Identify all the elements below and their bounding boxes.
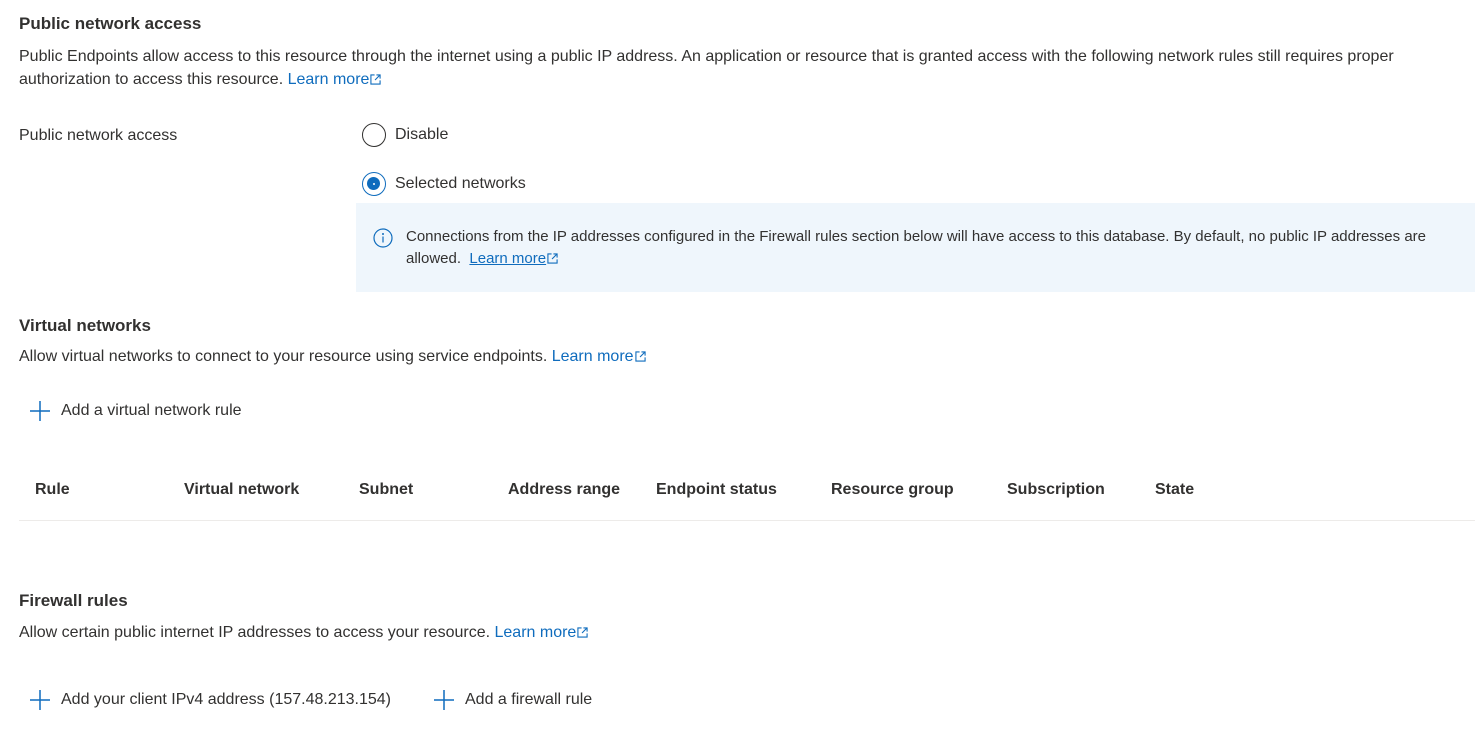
radio-disable[interactable]: Disable: [362, 123, 448, 147]
radio-label-selected-networks: Selected networks: [395, 175, 526, 192]
info-learn-more-link[interactable]: Learn more: [469, 250, 558, 267]
add-client-ip-button[interactable]: Add your client IPv4 address (157.48.213…: [29, 689, 391, 711]
radio-circle-disable[interactable]: [362, 123, 386, 147]
description-text: Public Endpoints allow access to this re…: [19, 48, 1394, 88]
virtual-networks-heading: Virtual networks: [19, 316, 151, 335]
column-header-address-range[interactable]: Address range: [508, 481, 620, 499]
column-header-subnet[interactable]: Subnet: [359, 481, 413, 499]
add-firewall-rule-button[interactable]: Add a firewall rule: [433, 689, 592, 711]
firewall-rules-description: Allow certain public internet IP address…: [19, 621, 588, 644]
public-network-access-heading: Public network access: [19, 14, 202, 33]
plus-icon: [434, 690, 454, 710]
learn-more-label: Learn more: [494, 624, 577, 641]
add-virtual-network-rule-button[interactable]: Add a virtual network rule: [29, 400, 242, 422]
add-client-ip-label: Add your client IPv4 address (157.48.213…: [61, 691, 391, 708]
info-banner: Connections from the IP addresses config…: [356, 203, 1475, 292]
add-virtual-network-rule-label: Add a virtual network rule: [61, 402, 242, 419]
learn-more-label: Learn more: [287, 71, 370, 88]
radio-label-disable: Disable: [395, 126, 449, 143]
external-link-icon: [634, 351, 646, 362]
description-text: Allow virtual networks to connect to you…: [19, 348, 548, 365]
public-network-access-label: Public network access: [19, 127, 178, 144]
public-network-access-description: Public Endpoints allow access to this re…: [19, 45, 1474, 91]
column-header-subscription[interactable]: Subscription: [1007, 481, 1105, 499]
virtual-network-table-header: Rule Virtual network Subnet Address rang…: [19, 470, 1475, 521]
plus-icon: [30, 401, 50, 421]
firewall-rules-heading: Firewall rules: [19, 591, 128, 610]
column-header-virtual-network[interactable]: Virtual network: [184, 481, 299, 499]
learn-more-link[interactable]: Learn more: [552, 348, 646, 365]
info-icon: [373, 228, 393, 248]
column-header-endpoint-status[interactable]: Endpoint status: [656, 481, 777, 499]
radio-selected-networks[interactable]: Selected networks: [362, 172, 526, 196]
learn-more-link[interactable]: Learn more: [288, 71, 382, 88]
virtual-networks-description: Allow virtual networks to connect to you…: [19, 345, 646, 368]
learn-more-link[interactable]: Learn more: [495, 624, 589, 641]
plus-icon: [30, 690, 50, 710]
add-firewall-rule-label: Add a firewall rule: [465, 691, 593, 708]
column-header-state[interactable]: State: [1155, 481, 1194, 499]
info-message: Connections from the IP addresses config…: [406, 228, 1426, 267]
column-header-rule[interactable]: Rule: [35, 481, 70, 499]
learn-more-label: Learn more: [551, 348, 634, 365]
external-link-icon: [547, 253, 558, 264]
column-header-resource-group[interactable]: Resource group: [831, 481, 954, 499]
external-link-icon: [370, 74, 382, 85]
info-learn-more-label: Learn more: [469, 250, 547, 267]
radio-circle-selected-networks[interactable]: [362, 172, 386, 196]
description-text: Allow certain public internet IP address…: [19, 624, 491, 641]
info-text: Connections from the IP addresses config…: [406, 226, 1471, 270]
external-link-icon: [577, 627, 588, 638]
